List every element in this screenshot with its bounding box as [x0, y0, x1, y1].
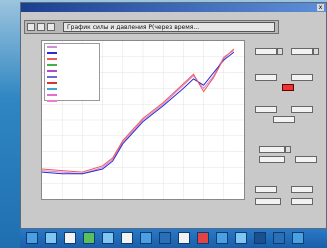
- legend-swatch: [47, 88, 57, 90]
- app-icon[interactable]: [292, 232, 304, 244]
- app-icon[interactable]: [216, 232, 228, 244]
- legend-swatch: [47, 94, 57, 96]
- spin-field[interactable]: [291, 106, 313, 113]
- app-icon[interactable]: [45, 232, 57, 244]
- legend-swatch: [47, 58, 57, 60]
- legend-item: [45, 98, 99, 104]
- app-icon[interactable]: [140, 232, 152, 244]
- spin-field[interactable]: [255, 74, 277, 81]
- taskbar: [20, 229, 327, 248]
- spin-field[interactable]: [255, 186, 277, 193]
- toolbar-button-3[interactable]: [47, 23, 55, 31]
- toolbar-button-1[interactable]: [27, 23, 35, 31]
- spin-arrow-icon[interactable]: [285, 146, 291, 153]
- spin-arrow-icon[interactable]: [313, 48, 319, 55]
- app-icon[interactable]: [254, 232, 266, 244]
- app-icon[interactable]: [273, 232, 285, 244]
- app-icon[interactable]: [197, 232, 209, 244]
- spin-field[interactable]: [255, 106, 277, 113]
- legend-swatch: [47, 52, 57, 54]
- legend-swatch: [47, 70, 57, 72]
- app-icon[interactable]: [121, 232, 133, 244]
- legend: [44, 43, 100, 104]
- plot-toolbar: График силы и давления Р(через время...: [24, 20, 279, 34]
- spin-field[interactable]: [255, 48, 277, 55]
- spin-arrow-icon[interactable]: [277, 48, 283, 55]
- spin-field[interactable]: [273, 116, 295, 123]
- spin-field[interactable]: [291, 198, 313, 205]
- spin-field[interactable]: [291, 74, 313, 81]
- app-icon[interactable]: [102, 232, 114, 244]
- legend-swatch: [47, 64, 57, 66]
- app-icon[interactable]: [178, 232, 190, 244]
- app-icon[interactable]: [64, 232, 76, 244]
- app-icon[interactable]: [159, 232, 171, 244]
- close-icon[interactable]: x: [317, 4, 324, 11]
- spin-field[interactable]: [291, 48, 313, 55]
- spin-field[interactable]: [255, 198, 281, 205]
- spin-field[interactable]: [295, 156, 317, 163]
- record-button[interactable]: [282, 84, 294, 91]
- plot-title-field[interactable]: График силы и давления Р(через время...: [63, 22, 275, 32]
- spin-field[interactable]: [291, 186, 313, 193]
- legend-swatch: [47, 100, 57, 102]
- app-icon[interactable]: [235, 232, 247, 244]
- legend-swatch: [47, 46, 57, 48]
- app-icon[interactable]: [83, 232, 95, 244]
- legend-swatch: [47, 76, 57, 78]
- legend-swatch: [47, 82, 57, 84]
- settings-panel: [249, 40, 326, 215]
- app-icon[interactable]: [26, 232, 38, 244]
- plot-area: [41, 40, 245, 200]
- toolbar-button-2[interactable]: [37, 23, 45, 31]
- spin-field[interactable]: [259, 156, 285, 163]
- app-window: x График силы и давления Р(через время..…: [20, 2, 327, 229]
- spin-field[interactable]: [259, 146, 285, 153]
- window-titlebar[interactable]: x: [21, 3, 326, 12]
